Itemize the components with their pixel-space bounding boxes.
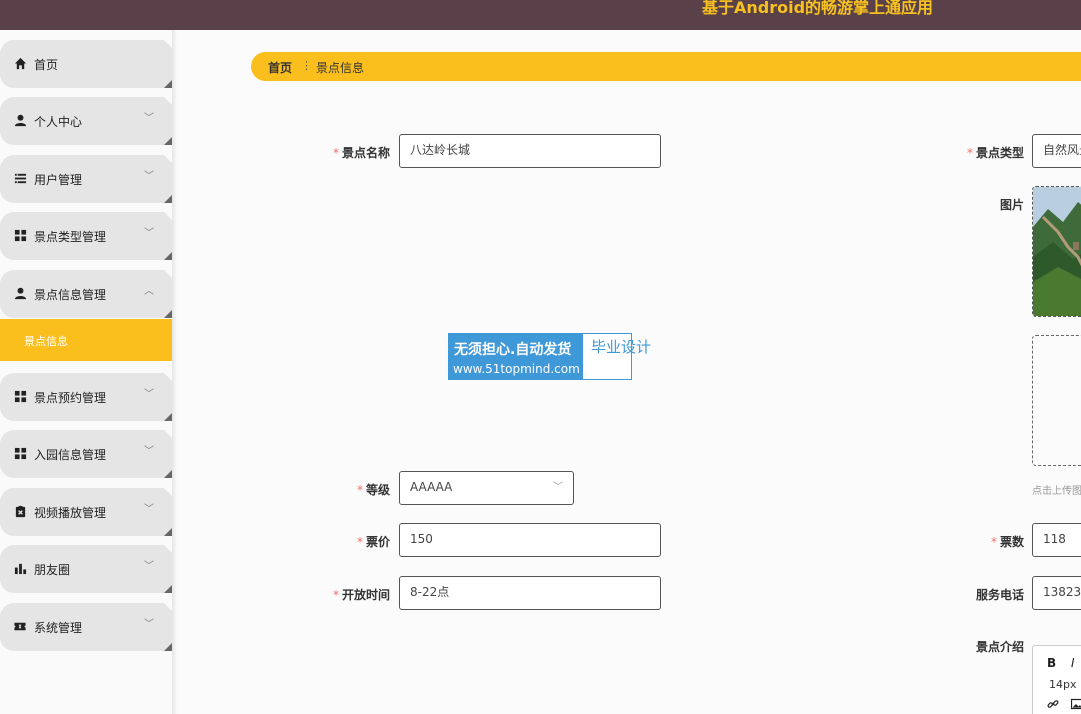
tickets-label: * 票数: [990, 535, 1024, 549]
name-label: * 景点名称: [332, 146, 390, 160]
level-select-value: AAAAA: [410, 480, 453, 494]
sidebar-item-label: 入园信息管理: [34, 448, 107, 462]
intro-rich-editor[interactable]: B I 14px: [1032, 645, 1081, 714]
bold-button[interactable]: B: [1047, 656, 1056, 670]
level-select[interactable]: AAAAA ﹀: [399, 471, 574, 505]
image-upload-area[interactable]: [1032, 335, 1081, 466]
name-input[interactable]: 八达岭长城: [399, 134, 661, 168]
sidebar-item-label: 系统管理: [34, 621, 83, 635]
great-wall-photo: [1033, 187, 1081, 316]
chevron-down-icon: ﹀: [144, 228, 154, 239]
sidebar-item-video-management[interactable]: 视频播放管理 ﹀: [0, 488, 172, 536]
hours-label: * 开放时间: [332, 588, 390, 602]
chevron-down-icon: ﹀: [553, 482, 563, 493]
clipboard-x-icon: [13, 504, 27, 518]
price-input[interactable]: 150: [399, 523, 661, 557]
breadcrumb: 首页 ⋮ 景点信息: [251, 52, 1081, 81]
user-icon: [13, 113, 27, 127]
tickets-input[interactable]: 118: [1032, 523, 1081, 557]
grid-icon: [13, 228, 27, 242]
sidebar-item-label: 用户管理: [34, 173, 83, 187]
required-mark: *: [990, 535, 997, 549]
price-label: * 票价: [356, 535, 390, 549]
sidebar-item-booking-management[interactable]: 景点预约管理 ﹀: [0, 373, 172, 421]
sidebar-item-entry-info-management[interactable]: 入园信息管理 ﹀: [0, 430, 172, 478]
user-icon: [13, 286, 27, 300]
chevron-down-icon: ﹀: [144, 561, 154, 572]
list-icon: [13, 171, 27, 185]
phone-label: 服务电话: [975, 588, 1024, 602]
italic-button[interactable]: I: [1071, 656, 1075, 670]
breadcrumb-current: 景点信息: [316, 61, 365, 75]
sidebar-item-label: 个人中心: [34, 115, 83, 129]
ticket-icon: [13, 619, 27, 633]
sidebar-divider: [172, 30, 177, 714]
sidebar-item-label: 景点信息管理: [34, 288, 107, 302]
grid-icon: [13, 389, 27, 403]
sidebar-item-user-management[interactable]: 用户管理 ﹀: [0, 155, 172, 203]
sidebar-item-label: 首页: [34, 58, 59, 72]
sidebar-item-moments[interactable]: 朋友圈 ﹀: [0, 545, 172, 593]
chevron-down-icon: ﹀: [144, 619, 154, 630]
top-bar: 基于Android的畅游掌上通应用: [0, 0, 1081, 30]
phone-input[interactable]: 13823888881: [1032, 576, 1081, 610]
watermark-side: 毕业设计: [591, 338, 652, 356]
sidebar-subitem-label: 景点信息: [24, 335, 68, 348]
chevron-down-icon: ﹀: [144, 113, 154, 124]
sidebar-item-attraction-info-management[interactable]: 景点信息管理 ︿: [0, 270, 172, 318]
sidebar-item-attraction-type-management[interactable]: 景点类型管理 ﹀: [0, 212, 172, 260]
type-label: * 景点类型: [966, 146, 1024, 160]
font-size-select[interactable]: 14px: [1049, 678, 1077, 691]
sidebar-item-home[interactable]: 首页: [0, 40, 172, 88]
image-label: 图片: [999, 198, 1024, 212]
bar-chart-icon: [13, 561, 27, 575]
breadcrumb-separator: ⋮: [301, 59, 312, 72]
breadcrumb-home[interactable]: 首页: [268, 59, 292, 76]
app-title: 基于Android的畅游掌上通应用: [702, 0, 934, 17]
type-select[interactable]: 自然风景: [1032, 134, 1081, 168]
intro-label: 景点介绍: [975, 640, 1024, 654]
sidebar-item-label: 朋友圈: [34, 563, 71, 577]
sidebar-item-label: 景点类型管理: [34, 230, 107, 244]
hours-input[interactable]: 8-22点: [399, 576, 661, 610]
watermark-line1: 无须担心.自动发货: [454, 342, 572, 358]
upload-hint: 点击上传图片: [1032, 486, 1081, 497]
sidebar-item-personal-center[interactable]: 个人中心 ﹀: [0, 97, 172, 145]
chevron-down-icon: ﹀: [144, 171, 154, 182]
watermark-line2: www.51topmind.com: [453, 362, 580, 376]
attraction-image[interactable]: [1032, 186, 1081, 317]
watermark-logo: 无须担心.自动发货 www.51topmind.com 毕业设计: [448, 333, 652, 380]
required-mark: *: [966, 146, 973, 160]
required-mark: *: [332, 146, 339, 160]
link-icon[interactable]: [1047, 698, 1059, 710]
chevron-up-icon: ︿: [144, 286, 154, 297]
sidebar-subitem-attraction-info[interactable]: 景点信息: [0, 319, 172, 361]
required-mark: *: [356, 535, 363, 549]
grid-icon: [13, 446, 27, 460]
sidebar-item-label: 景点预约管理: [34, 391, 107, 405]
sidebar-item-system-management[interactable]: 系统管理 ﹀: [0, 603, 172, 651]
chevron-down-icon: ﹀: [144, 389, 154, 400]
required-mark: *: [356, 483, 363, 497]
chevron-down-icon: ﹀: [144, 446, 154, 457]
required-mark: *: [332, 588, 339, 602]
chevron-down-icon: ﹀: [144, 504, 154, 515]
sidebar-item-label: 视频播放管理: [34, 506, 107, 520]
level-label: * 等级: [356, 483, 390, 497]
image-icon[interactable]: [1071, 698, 1081, 710]
home-icon: [13, 56, 27, 70]
